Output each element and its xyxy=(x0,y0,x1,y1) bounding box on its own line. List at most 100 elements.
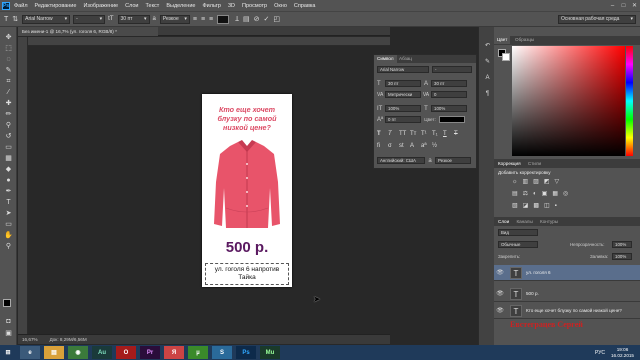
stamp-tool-icon[interactable]: ⚲ xyxy=(2,121,15,131)
underline-button[interactable]: T xyxy=(443,131,454,137)
color-picker-field[interactable] xyxy=(512,46,625,156)
menu-type[interactable]: Текст xyxy=(145,3,159,9)
blur-tool-icon[interactable]: ◆ xyxy=(2,165,15,175)
menu-file[interactable]: Файл xyxy=(14,3,28,9)
close-icon[interactable]: ✕ xyxy=(629,2,640,9)
ie-icon[interactable]: e xyxy=(20,346,40,359)
muse-icon[interactable]: Mu xyxy=(260,346,280,359)
text-color-swatch[interactable] xyxy=(217,14,230,24)
menu-image[interactable]: Изображение xyxy=(83,3,118,9)
eye-icon[interactable]: 👁 xyxy=(494,307,506,314)
char-font-size[interactable]: 30 пт xyxy=(385,80,421,87)
fill-field[interactable]: 100% xyxy=(612,253,632,260)
layer-filter-kind[interactable]: Вид xyxy=(498,229,538,236)
language-indicator[interactable]: РУС xyxy=(595,350,605,356)
audition-icon[interactable]: Au xyxy=(92,346,112,359)
blend-mode-select[interactable]: Обычные xyxy=(498,241,538,248)
char-kerning[interactable]: Метрически xyxy=(385,91,421,98)
document-tab[interactable]: Без имени-1 @ 16,7% (ул. гоголя 6, RGB/8… xyxy=(18,27,158,36)
paragraph-icon[interactable]: ¶ xyxy=(481,89,494,99)
workspace-select[interactable]: Основная рабочая среда ▾ xyxy=(558,14,636,24)
stylistic-icon[interactable]: st xyxy=(399,143,410,149)
shape-tool-icon[interactable]: ▭ xyxy=(2,220,15,230)
tab-paths[interactable]: Контуры xyxy=(540,219,558,224)
adjustment-icons-row-1[interactable]: ☼▥▨◩▽ xyxy=(512,178,564,185)
skype-icon[interactable]: S xyxy=(212,346,232,359)
quick-select-tool-icon[interactable]: ✎ xyxy=(2,66,15,76)
pen-tool-icon[interactable]: ✒ xyxy=(2,187,15,197)
text-tool-icon[interactable]: T xyxy=(4,16,8,23)
adjustment-icons-row-2[interactable]: ▤⚖◐▣▦◎ xyxy=(512,190,573,197)
eraser-tool-icon[interactable]: ▭ xyxy=(2,143,15,153)
swash-icon[interactable]: σ xyxy=(388,143,399,149)
menu-window[interactable]: Окно xyxy=(274,3,287,9)
foreground-color-swatch[interactable] xyxy=(3,299,11,307)
marquee-tool-icon[interactable]: ⬚ xyxy=(2,44,15,54)
address-text-box[interactable]: ул. гоголя 6 напротив Тайка xyxy=(205,263,289,285)
eye-icon[interactable]: 👁 xyxy=(494,269,506,276)
char-color-swatch[interactable] xyxy=(439,116,465,123)
commit-check-icon[interactable]: ✓ xyxy=(264,15,270,23)
tab-styles[interactable]: Стили xyxy=(528,161,541,166)
layer-row[interactable]: 👁 T ул. гоголя 6 xyxy=(494,265,640,281)
all-caps-button[interactable]: TT xyxy=(399,131,410,137)
fractions-icon[interactable]: ½ xyxy=(432,143,443,149)
ligature-icon[interactable]: fi xyxy=(377,143,388,149)
screen-mode-icon[interactable]: ▣ xyxy=(2,329,15,339)
history-icon[interactable]: ↶ xyxy=(481,41,494,51)
explorer-icon[interactable]: ▤ xyxy=(44,346,64,359)
photoshop-task-icon[interactable]: Ps xyxy=(236,346,256,359)
superscript-button[interactable]: T¹ xyxy=(421,131,432,137)
tab-swatches[interactable]: Образцы xyxy=(512,36,537,44)
char-language[interactable]: Английский: США xyxy=(377,157,425,164)
cancel-icon[interactable]: ⊘ xyxy=(254,15,260,23)
char-leading[interactable]: 30 пт xyxy=(431,80,467,87)
tab-character[interactable]: Символ xyxy=(374,55,397,63)
layer-row[interactable]: 👁 T 500 р. xyxy=(494,286,640,302)
text-orientation-icon[interactable]: ⇅ xyxy=(12,15,18,23)
faux-italic-button[interactable]: T xyxy=(388,131,399,137)
dodge-tool-icon[interactable]: ● xyxy=(2,176,15,186)
crop-tool-icon[interactable]: ⌗ xyxy=(2,77,15,87)
hand-tool-icon[interactable]: ✋ xyxy=(2,231,15,241)
char-horizontal-scale[interactable]: 100% xyxy=(431,105,467,112)
vertical-ruler[interactable] xyxy=(18,37,28,334)
healing-tool-icon[interactable]: ✚ xyxy=(2,99,15,109)
char-vertical-scale[interactable]: 100% xyxy=(385,105,421,112)
menu-view[interactable]: Просмотр xyxy=(242,3,267,9)
char-baseline-shift[interactable]: 0 пт xyxy=(385,116,421,123)
align-right-icon[interactable]: ≡ xyxy=(209,16,213,23)
menu-edit[interactable]: Редактирование xyxy=(35,3,77,9)
tab-color[interactable]: Цвет xyxy=(494,36,511,44)
zoom-level[interactable]: 16,67% xyxy=(22,337,38,342)
opacity-field[interactable]: 100% xyxy=(612,241,632,248)
horizontal-ruler[interactable] xyxy=(28,37,390,46)
opera-icon[interactable]: O xyxy=(116,346,136,359)
path-select-tool-icon[interactable]: ➤ xyxy=(2,209,15,219)
adjustment-icons-row-3[interactable]: ▧◪▩◫▪ xyxy=(512,202,562,209)
font-family-select[interactable]: Arial Narrow ▾ xyxy=(22,14,71,24)
lasso-tool-icon[interactable]: ◌ xyxy=(2,55,15,65)
char-font-style[interactable]: - xyxy=(432,66,472,73)
clock[interactable]: 19:06 16.02.2015 xyxy=(611,347,634,358)
tab-layers[interactable]: Слои xyxy=(498,219,509,224)
tab-adjustments[interactable]: Коррекция xyxy=(498,161,521,166)
menu-layers[interactable]: Слои xyxy=(125,3,138,9)
character-icon[interactable]: A xyxy=(481,73,494,83)
zoom-tool-icon[interactable]: ⚲ xyxy=(2,242,15,252)
layer-row[interactable]: 👁 T Кто еще хочет блузку по самой низкой… xyxy=(494,303,640,319)
antialias-select[interactable]: Резкое ▾ xyxy=(159,14,190,24)
ordinals-icon[interactable]: aª xyxy=(421,143,432,149)
quick-mask-icon[interactable]: ◘ xyxy=(2,317,15,327)
brush-preset-icon[interactable]: ✎ xyxy=(481,57,494,67)
menu-filter[interactable]: Фильтр xyxy=(202,3,220,9)
font-size-select[interactable]: 30 пт ▾ xyxy=(117,14,150,24)
strikethrough-button[interactable]: T xyxy=(454,131,465,137)
char-tracking[interactable]: 0 xyxy=(431,91,467,98)
chrome-icon[interactable]: ◉ xyxy=(68,346,88,359)
hue-slider[interactable] xyxy=(626,46,633,156)
align-center-icon[interactable]: ≡ xyxy=(201,16,205,23)
utorrent-icon[interactable]: µ xyxy=(188,346,208,359)
subscript-button[interactable]: T₁ xyxy=(432,131,443,137)
character-panel-icon[interactable]: ▤ xyxy=(243,15,250,23)
